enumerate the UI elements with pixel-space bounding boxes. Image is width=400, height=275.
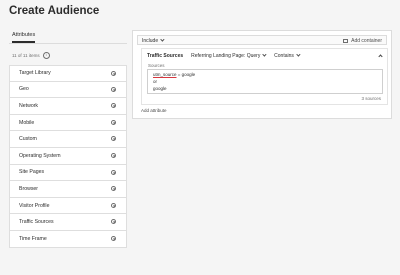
builder-header: Include Add container — [137, 35, 387, 45]
list-item-label: Traffic Sources — [19, 219, 54, 226]
chevron-right-icon[interactable] — [111, 152, 116, 158]
source-key: utm_source — [153, 72, 177, 77]
operator-dropdown[interactable]: Contains — [274, 52, 301, 59]
page-title: Create Audience — [9, 5, 100, 17]
include-dropdown[interactable]: Include — [142, 37, 165, 44]
rule-attribute: Traffic Sources — [147, 53, 184, 59]
source-value-line: google — [153, 86, 167, 91]
list-item-site-pages[interactable]: Site Pages — [9, 164, 127, 182]
chevron-right-icon[interactable] — [111, 119, 116, 125]
add-container-label: Add container — [351, 37, 382, 44]
list-item-browser[interactable]: Browser — [9, 181, 127, 198]
chevron-right-icon[interactable] — [111, 186, 116, 192]
operator-label: Contains — [274, 53, 294, 59]
attributes-panel: Attributes 11 of 11 items i Target Libra… — [9, 28, 127, 275]
parameter-dropdown[interactable]: Referring Landing Page: Query — [191, 52, 267, 59]
chevron-right-icon[interactable] — [111, 70, 116, 76]
list-item-label: Network — [19, 102, 39, 109]
container-icon — [343, 38, 349, 43]
list-item-geo[interactable]: Geo — [9, 81, 127, 99]
rule-card: Traffic Sources Referring Landing Page: … — [141, 48, 388, 105]
list-item-label: Site Pages — [19, 169, 45, 176]
chevron-right-icon[interactable] — [111, 235, 116, 241]
rule-header: Traffic Sources Referring Landing Page: … — [147, 52, 308, 59]
add-attribute-link[interactable]: Add attribute — [141, 108, 167, 113]
list-item-traffic-sources[interactable]: Traffic Sources — [9, 214, 127, 231]
list-item-mobile[interactable]: Mobile — [9, 114, 127, 132]
list-item-time-frame[interactable]: Time Frame — [9, 230, 127, 248]
item-count: 11 of 11 items — [12, 53, 40, 58]
source-value-line: utm_source = google — [153, 72, 195, 77]
list-item-network[interactable]: Network — [9, 98, 127, 115]
caret-down-icon — [160, 37, 165, 42]
include-label: Include — [142, 37, 159, 44]
list-item-label: Target Library — [19, 70, 51, 77]
parameter-label: Referring Landing Page: Query — [191, 53, 261, 59]
list-item-label: Visitor Profile — [19, 202, 50, 209]
sources-input[interactable]: utm_source = google or google — [147, 69, 383, 94]
list-item-operating-system[interactable]: Operating System — [9, 147, 127, 165]
sources-label: Sources — [148, 62, 165, 68]
chevron-right-icon[interactable] — [111, 86, 116, 92]
list-item-label: Browser — [19, 185, 39, 192]
list-item-custom[interactable]: Custom — [9, 131, 127, 148]
item-count-row: 11 of 11 items i — [12, 52, 50, 59]
caret-down-icon — [262, 52, 267, 57]
collapse-icon[interactable] — [378, 54, 383, 59]
attribute-list: Target Library Geo Network Mobile Custom… — [9, 65, 127, 248]
tab-attributes[interactable]: Attributes — [12, 32, 35, 38]
chevron-right-icon[interactable] — [111, 202, 116, 208]
chevron-right-icon[interactable] — [111, 219, 116, 225]
list-item-label: Operating System — [19, 152, 61, 159]
list-item-label: Mobile — [19, 119, 35, 126]
list-item-label: Custom — [19, 136, 37, 143]
list-item-visitor-profile[interactable]: Visitor Profile — [9, 197, 127, 215]
tab-divider — [9, 43, 127, 44]
list-item-target-library[interactable]: Target Library — [9, 65, 127, 82]
source-or-label: or — [153, 79, 158, 84]
info-icon[interactable]: i — [42, 52, 50, 59]
audience-builder: Include Add container Traffic Sources Re… — [132, 30, 392, 119]
sources-count: 3 sources — [361, 96, 381, 101]
chevron-right-icon[interactable] — [111, 169, 116, 175]
source-rest: = google — [176, 72, 196, 77]
list-item-label: Time Frame — [19, 235, 47, 242]
add-container-button[interactable]: Add container — [343, 38, 382, 44]
caret-down-icon — [296, 52, 301, 57]
chevron-right-icon[interactable] — [111, 103, 116, 109]
chevron-right-icon[interactable] — [111, 136, 116, 142]
list-item-label: Geo — [19, 86, 29, 93]
